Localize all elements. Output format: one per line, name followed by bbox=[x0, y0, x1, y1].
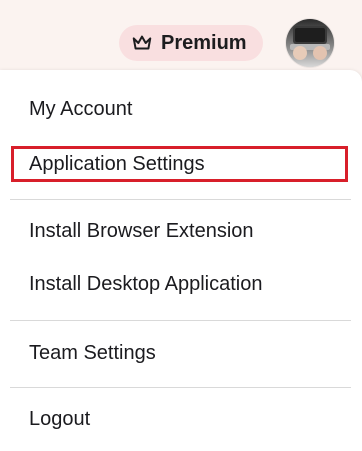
menu-item-install-browser-extension[interactable]: Install Browser Extension bbox=[29, 213, 254, 249]
menu-item-label: Application Settings bbox=[29, 152, 205, 175]
menu-item-label: Team Settings bbox=[29, 341, 156, 364]
menu-item-label: Logout bbox=[29, 407, 91, 430]
dropdown-menu: My Account Application Settings Install … bbox=[0, 70, 362, 451]
premium-badge[interactable]: Premium bbox=[119, 25, 263, 61]
menu-item-label: My Account bbox=[29, 97, 133, 120]
menu-divider bbox=[10, 320, 351, 321]
menu-item-logout[interactable]: Logout bbox=[29, 401, 90, 437]
avatar[interactable] bbox=[286, 19, 334, 67]
premium-label: Premium bbox=[161, 31, 247, 54]
menu-divider bbox=[10, 199, 351, 200]
crown-icon bbox=[131, 32, 153, 54]
menu-item-label: Install Desktop Application bbox=[29, 272, 263, 295]
menu-item-install-desktop-application[interactable]: Install Desktop Application bbox=[29, 266, 262, 302]
menu-item-label: Install Browser Extension bbox=[29, 219, 254, 242]
menu-item-application-settings[interactable]: Application Settings bbox=[29, 146, 205, 182]
menu-divider bbox=[10, 387, 351, 388]
menu-item-my-account[interactable]: My Account bbox=[29, 91, 132, 127]
menu-item-team-settings[interactable]: Team Settings bbox=[29, 335, 156, 371]
